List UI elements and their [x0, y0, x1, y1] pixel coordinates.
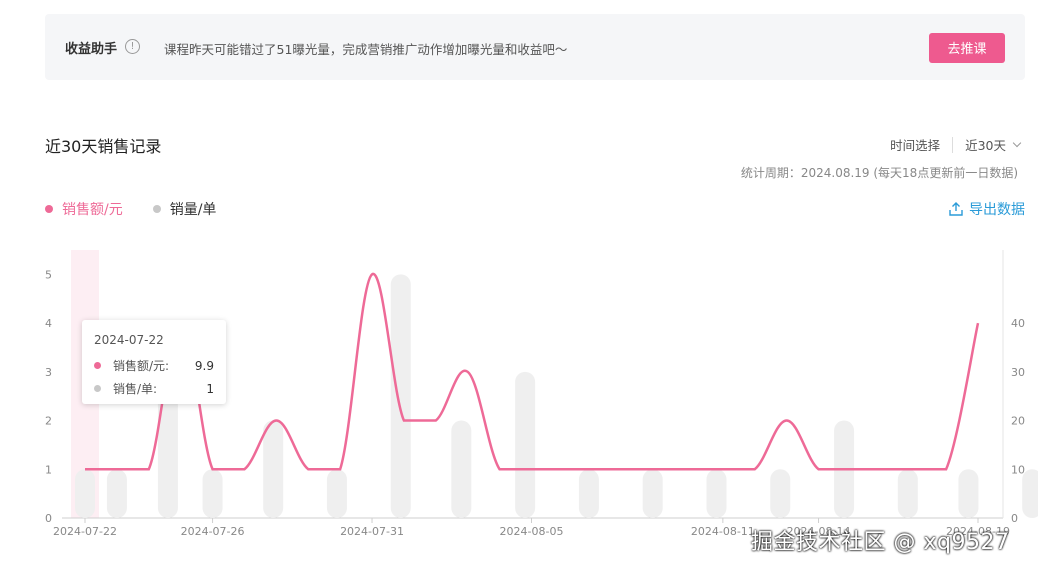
- y-left-tick-label: 2: [45, 415, 52, 428]
- banner-message: 课程昨天可能错过了51曝光量，完成营销推广动作增加曝光量和收益吧～: [164, 42, 568, 57]
- y-left-tick-label: 5: [45, 268, 52, 281]
- bar-sales-count: [326, 469, 347, 518]
- bar-sales-count: [578, 469, 599, 518]
- stat-period: 统计周期：2024.08.19 (每天18点更新前一日数据): [740, 166, 1018, 180]
- bar-sales-count: [770, 469, 791, 518]
- chevron-down-icon[interactable]: [1012, 138, 1022, 148]
- export-icon: [949, 202, 963, 216]
- legend-dot-icon: [152, 205, 161, 213]
- section-title: 近30天销售记录: [45, 137, 162, 156]
- tooltip-row: 销售额/元: 9.9: [94, 357, 214, 374]
- y-right-tick-label: 30: [1011, 366, 1025, 379]
- bar-sales-count: [263, 420, 284, 518]
- y-right-tick-label: 10: [1011, 463, 1025, 476]
- x-tick-label: 2024-08-11: [691, 525, 755, 538]
- tooltip-date: 2024-07-22: [94, 333, 164, 347]
- export-data-button[interactable]: 导出数据: [948, 199, 1025, 219]
- y-right-tick-label: 20: [1011, 415, 1025, 428]
- bar-sales-count: [451, 420, 472, 518]
- x-tick-label: 2024-07-31: [340, 525, 404, 538]
- y-left-tick-label: 0: [45, 512, 52, 525]
- chart-tooltip: 2024-07-22 销售额/元: 9.9 销售/单: 1: [82, 320, 226, 404]
- bar-sales-count: [642, 469, 663, 518]
- info-icon[interactable]: !: [125, 39, 140, 54]
- tooltip-value: 9.9: [194, 358, 214, 373]
- promote-course-button[interactable]: 去推课: [929, 33, 1005, 63]
- y-left-tick-label: 1: [45, 463, 52, 476]
- banner-title: 收益助手: [65, 42, 118, 57]
- bar-sales-count: [202, 469, 223, 518]
- tooltip-label: 销售/单:: [113, 382, 158, 396]
- tooltip-label: 销售额/元:: [113, 359, 170, 373]
- legend-dot-icon: [45, 205, 53, 213]
- y-left-tick-label: 3: [45, 366, 52, 379]
- bar-sales-count: [958, 469, 979, 518]
- bar-sales-count: [390, 274, 411, 518]
- time-selector[interactable]: 时间选择 近30天: [890, 135, 1022, 154]
- x-tick-label: 2024-07-22: [53, 525, 117, 538]
- y-left-tick-label: 4: [45, 317, 52, 330]
- x-tick-label: 2024-08-05: [500, 525, 564, 538]
- time-range-value[interactable]: 近30天: [965, 135, 1006, 154]
- time-select-label: 时间选择: [890, 138, 941, 153]
- divider: [952, 136, 954, 153]
- export-label: 导出数据: [969, 202, 1025, 218]
- bar-sales-count: [515, 371, 536, 518]
- bar-sales-count: [106, 469, 127, 518]
- tooltip-value: 1: [206, 381, 214, 396]
- legend-item-sales-count[interactable]: 销量/单: [152, 199, 217, 219]
- x-tick-label: 2024-07-26: [181, 525, 245, 538]
- legend-item-sales-amount[interactable]: 销售额/元: [45, 199, 123, 219]
- legend-label: 销售额/元: [62, 202, 123, 218]
- bar-sales-count: [706, 469, 727, 518]
- y-right-tick-label: 40: [1011, 317, 1025, 330]
- watermark: 掘金技术社区 @ xq9527: [751, 530, 1010, 555]
- legend-label: 销量/单: [169, 202, 217, 218]
- bar-sales-count: [75, 469, 95, 518]
- bar-sales-count: [1022, 469, 1038, 518]
- y-right-tick-label: 0: [1011, 512, 1018, 525]
- bar-sales-count: [897, 469, 918, 518]
- tooltip-dot-icon: [94, 362, 101, 369]
- tooltip-row: 销售/单: 1: [94, 380, 214, 397]
- revenue-assistant-banner: 收益助手 ! 课程昨天可能错过了51曝光量，完成营销推广动作增加曝光量和收益吧～…: [45, 14, 1025, 80]
- tooltip-dot-icon: [94, 385, 101, 392]
- chart-legend: 销售额/元 销量/单: [45, 199, 246, 219]
